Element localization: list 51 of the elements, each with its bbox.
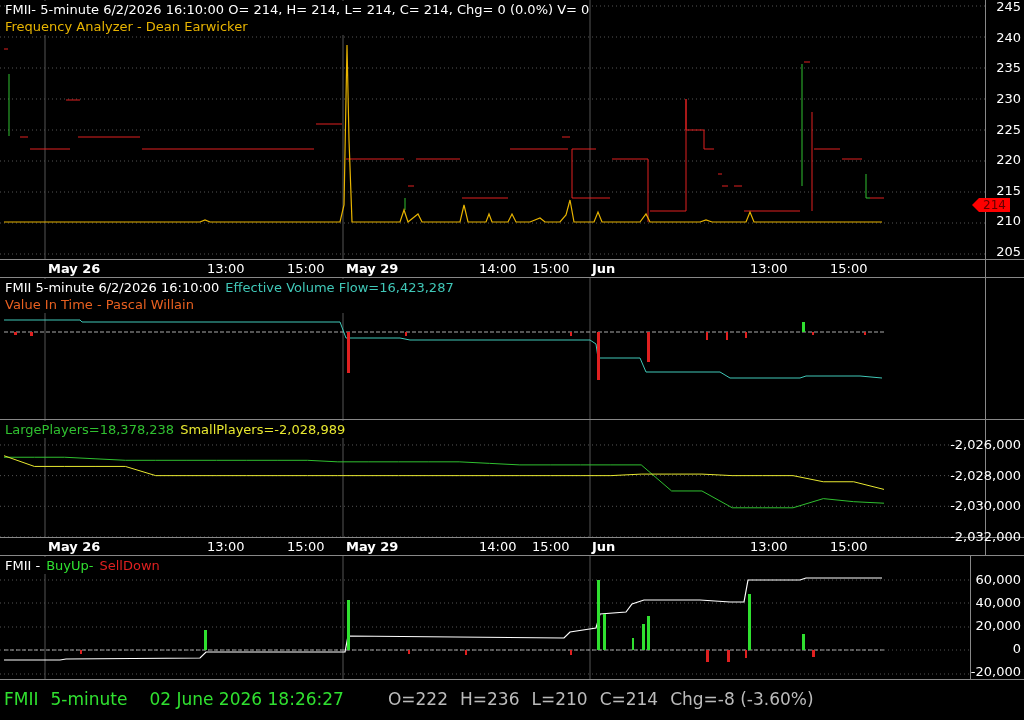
axis-label: 210: [996, 214, 1021, 229]
axis-label: 240: [996, 30, 1021, 45]
date-label: 13:00: [207, 261, 245, 277]
date-label: 14:00: [479, 539, 517, 555]
status-value: O=222: [387, 688, 448, 712]
date-label: 15:00: [287, 261, 325, 277]
date-label: 13:00: [750, 539, 788, 555]
axis-label: 220: [996, 153, 1021, 168]
status-datetime: 02 June 2026 18:26:27: [149, 688, 344, 712]
axis-label: 0: [1012, 642, 1021, 656]
date-label: 15:00: [830, 261, 868, 277]
axis-label: 230: [996, 91, 1021, 106]
legend-text: Effective Volume Flow=16,423,287: [225, 279, 454, 296]
date-label: 15:00: [287, 539, 325, 555]
axis-label: 245: [996, 0, 1021, 14]
status-value: L=210: [531, 688, 588, 712]
status-value: C=214: [599, 688, 659, 712]
legend-text: Frequency Analyzer - Dean Earwicker: [5, 18, 248, 35]
date-label: May 29: [346, 539, 399, 555]
axis-label: 235: [996, 61, 1021, 76]
status-value: H=236: [459, 688, 520, 712]
axis-label: 40,000: [975, 596, 1021, 610]
date-label: Jun: [592, 261, 616, 277]
date-label: 15:00: [830, 539, 868, 555]
axis-label: 60,000: [975, 573, 1021, 587]
date-label: 14:00: [479, 261, 517, 277]
date-label: 15:00: [532, 261, 570, 277]
legend-text: FMII- 5-minute 6/2/2026 16:10:00 O= 214, H= 214, L= 214, C= 214, Chg= 0 (0.0%) V= 0: [5, 1, 590, 18]
axis-label: 225: [996, 122, 1021, 137]
axis-label: -2,028,000: [950, 468, 1021, 483]
legend-text: SmallPlayers=-2,028,989: [180, 421, 346, 438]
status-symbol: FMII: [4, 688, 39, 712]
axis-label: -2,030,000: [950, 499, 1021, 514]
legend-text: LargePlayers=18,378,238: [5, 421, 175, 438]
axis-label: -20,000: [970, 665, 1021, 679]
status-value: Chg=-8 (-3.60%): [670, 688, 814, 712]
axis-label: -2,026,000: [950, 437, 1021, 452]
axis-label: 20,000: [975, 619, 1021, 633]
axis-label: 215: [996, 183, 1021, 198]
axis-label: 205: [996, 245, 1021, 259]
legend-text: FMII 5-minute 6/2/2026 16:10:00: [5, 279, 220, 296]
date-label: May 29: [346, 261, 399, 277]
axis-label: -2,032,000: [950, 529, 1021, 544]
date-label: Jun: [592, 539, 616, 555]
date-label: May 26: [48, 261, 101, 277]
date-label: May 26: [48, 539, 101, 555]
date-label: 13:00: [207, 539, 245, 555]
status-interval: 5-minute: [50, 688, 128, 712]
buying-bar: [802, 322, 805, 332]
date-label: 13:00: [750, 261, 788, 277]
date-label: 15:00: [532, 539, 570, 555]
